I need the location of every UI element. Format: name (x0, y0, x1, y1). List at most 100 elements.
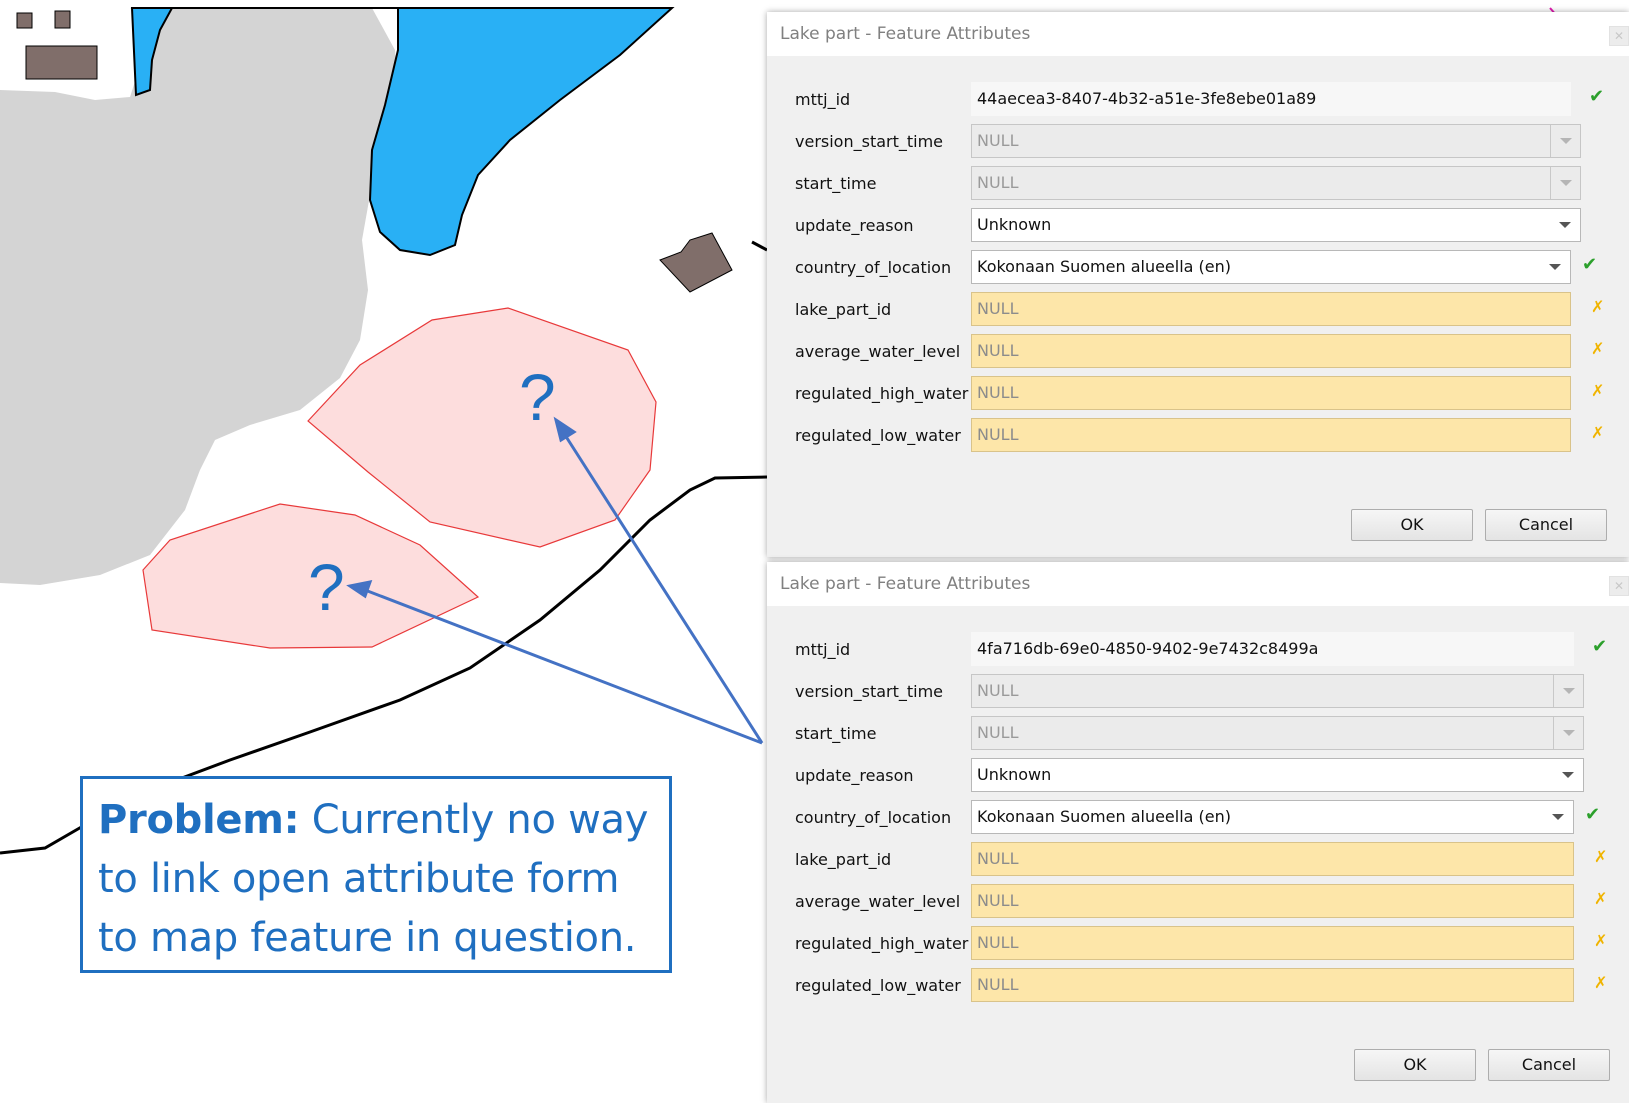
field-row-regulated-low-water: regulated_low_water NULL ✗ (767, 968, 1629, 1002)
field-label: update_reason (795, 216, 914, 235)
dialog-title-bar[interactable]: Lake part - Feature Attributes ✕ (767, 562, 1629, 606)
field-row-regulated-high-water: regulated_high_water NULL ✗ (767, 926, 1629, 960)
chevron-down-icon[interactable] (1543, 801, 1573, 833)
regulated-low-water-field[interactable]: NULL (971, 968, 1574, 1002)
average-water-level-field[interactable]: NULL (971, 334, 1571, 368)
field-value: NULL (977, 681, 1019, 700)
field-label: lake_part_id (795, 850, 892, 869)
field-label: mttj_id (795, 640, 851, 659)
lake-part-id-field[interactable]: NULL (971, 292, 1571, 326)
cross-icon: ✗ (1594, 847, 1608, 866)
cross-icon: ✗ (1591, 381, 1605, 400)
field-row-start-time: start_time NULL (767, 166, 1629, 200)
building (16, 12, 33, 29)
feature-attributes-dialog: Lake part - Feature Attributes ✕ mttj_id… (767, 562, 1629, 1103)
country-of-location-select[interactable]: Kokonaan Suomen alueella (en) (971, 800, 1574, 834)
close-icon[interactable]: ✕ (1609, 576, 1629, 596)
field-label: version_start_time (795, 682, 944, 701)
problem-callout: Problem: Currently no way to link open a… (80, 776, 672, 973)
field-label: start_time (795, 724, 877, 743)
cross-icon: ✗ (1591, 297, 1605, 316)
chevron-down-icon[interactable] (1540, 251, 1570, 283)
update-reason-select[interactable]: Unknown (971, 758, 1584, 792)
field-row-regulated-high-water: regulated_high_water NULL ✗ (767, 376, 1629, 410)
field-label: average_water_level (795, 892, 961, 911)
start-time-field: NULL (971, 716, 1584, 750)
dialog-title: Lake part - Feature Attributes (780, 24, 1031, 44)
lake-part-polygon[interactable] (307, 307, 657, 548)
field-row-country-of-location: country_of_location Kokonaan Suomen alue… (767, 250, 1629, 284)
field-value: NULL (977, 173, 1019, 192)
field-row-start-time: start_time NULL (767, 716, 1629, 750)
cross-icon: ✗ (1591, 339, 1605, 358)
chevron-down-icon (1553, 717, 1583, 749)
version-start-time-field: NULL (971, 124, 1581, 158)
chevron-down-icon (1553, 675, 1583, 707)
field-row-version-start-time: version_start_time NULL (767, 674, 1629, 708)
cross-icon: ✗ (1594, 889, 1608, 908)
question-mark: ? (308, 550, 345, 624)
field-value: NULL (977, 131, 1019, 150)
dialog-title: Lake part - Feature Attributes (780, 574, 1031, 594)
building (25, 45, 98, 80)
field-label: regulated_high_water (795, 934, 969, 953)
check-icon: ✔ (1589, 86, 1605, 107)
ok-button[interactable]: OK (1354, 1049, 1476, 1081)
field-label: lake_part_id (795, 300, 892, 319)
country-of-location-select[interactable]: Kokonaan Suomen alueella (en) (971, 250, 1571, 284)
field-label: version_start_time (795, 132, 944, 151)
chevron-down-icon[interactable] (1550, 209, 1580, 241)
field-label: regulated_low_water (795, 976, 961, 995)
field-row-lake-part-id: lake_part_id NULL ✗ (767, 292, 1629, 326)
field-label: country_of_location (795, 258, 952, 277)
field-label: update_reason (795, 766, 914, 785)
field-value: NULL (977, 723, 1019, 742)
cross-icon: ✗ (1594, 931, 1608, 950)
question-mark: ? (519, 360, 556, 434)
field-row-update-reason: update_reason Unknown (767, 208, 1629, 242)
check-icon: ✔ (1582, 254, 1598, 275)
field-row-version-start-time: version_start_time NULL (767, 124, 1629, 158)
building (54, 10, 71, 29)
field-row-update-reason: update_reason Unknown (767, 758, 1629, 792)
field-row-average-water-level: average_water_level NULL ✗ (767, 884, 1629, 918)
building (659, 232, 733, 293)
mttj-id-field[interactable]: 44aecea3-8407-4b32-a51e-3fe8ebe01a89 (971, 82, 1571, 116)
mttj-id-field[interactable]: 4fa716db-69e0-4850-9402-9e7432c8499a (971, 632, 1574, 666)
update-reason-select[interactable]: Unknown (971, 208, 1581, 242)
cross-icon: ✗ (1591, 423, 1605, 442)
callout-bold-label: Problem: (98, 797, 300, 843)
field-label: average_water_level (795, 342, 961, 361)
field-label: regulated_high_water (795, 384, 969, 403)
field-row-regulated-low-water: regulated_low_water NULL ✗ (767, 418, 1629, 452)
version-start-time-field: NULL (971, 674, 1584, 708)
cancel-button[interactable]: Cancel (1485, 509, 1607, 541)
field-label: mttj_id (795, 90, 851, 109)
dialog-title-bar[interactable]: Lake part - Feature Attributes ✕ (767, 12, 1629, 56)
field-value: Kokonaan Suomen alueella (en) (977, 807, 1232, 826)
check-icon: ✔ (1592, 636, 1608, 657)
close-icon[interactable]: ✕ (1609, 26, 1629, 46)
average-water-level-field[interactable]: NULL (971, 884, 1574, 918)
regulated-low-water-field[interactable]: NULL (971, 418, 1571, 452)
field-label: start_time (795, 174, 877, 193)
field-value: Unknown (977, 765, 1052, 784)
field-label: country_of_location (795, 808, 952, 827)
regulated-high-water-field[interactable]: NULL (971, 926, 1574, 960)
field-value: Kokonaan Suomen alueella (en) (977, 257, 1232, 276)
land-area (0, 8, 398, 585)
lake-part-id-field[interactable]: NULL (971, 842, 1574, 876)
field-value: Unknown (977, 215, 1052, 234)
chevron-down-icon[interactable] (1553, 759, 1583, 791)
field-label: regulated_low_water (795, 426, 961, 445)
cancel-button[interactable]: Cancel (1488, 1049, 1610, 1081)
field-row-mttj-id: mttj_id 4fa716db-69e0-4850-9402-9e7432c8… (767, 632, 1629, 666)
cross-icon: ✗ (1594, 973, 1608, 992)
ok-button[interactable]: OK (1351, 509, 1473, 541)
field-row-mttj-id: mttj_id 44aecea3-8407-4b32-a51e-3fe8ebe0… (767, 82, 1629, 116)
field-row-lake-part-id: lake_part_id NULL ✗ (767, 842, 1629, 876)
start-time-field: NULL (971, 166, 1581, 200)
field-row-average-water-level: average_water_level NULL ✗ (767, 334, 1629, 368)
regulated-high-water-field[interactable]: NULL (971, 376, 1571, 410)
chevron-down-icon (1550, 167, 1580, 199)
